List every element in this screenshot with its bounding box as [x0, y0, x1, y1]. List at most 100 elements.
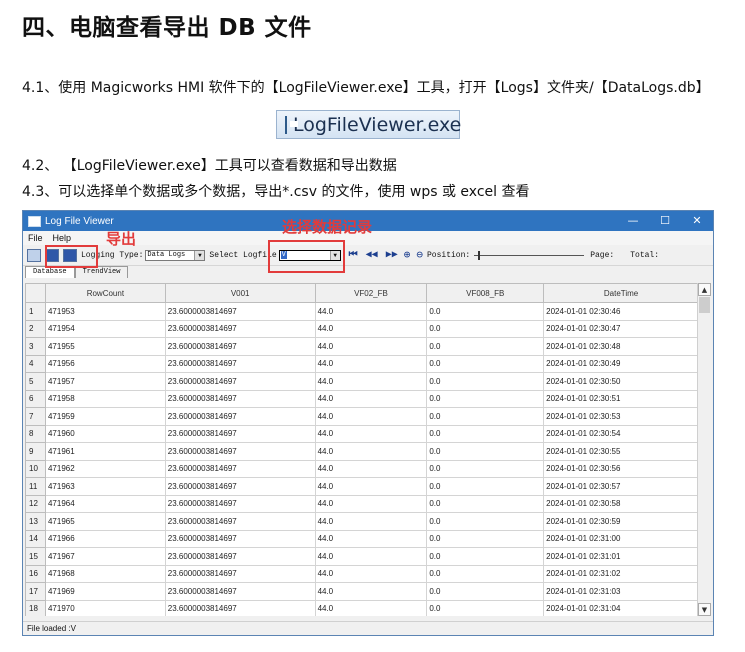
status-bar: File loaded :V [23, 621, 713, 635]
table-row[interactable]: 14 471966 23.6000003814697 44.0 0.0 2024-01-0… [25, 529, 699, 548]
app-icon [28, 215, 41, 227]
logfileviewer-exe-button[interactable]: LogFileViewer.exe [276, 110, 462, 139]
app-window-icon [285, 115, 298, 134]
table-cell: 23.6000003814697 [164, 564, 316, 583]
table-row[interactable]: 12 471964 23.6000003814697 44.0 0.0 2024-01-0… [25, 494, 699, 513]
table-row[interactable]: 5 471957 23.6000003814697 44.0 0.0 2024-01-01… [25, 372, 699, 391]
column-header-rowcount[interactable]: RowCount [44, 283, 166, 303]
exe-button-label: LogFileViewer.exe [293, 113, 462, 136]
paragraph-4-3: 4.3、可以选择单个数据或多个数据，导出*.csv 的文件，使用 wps 或 e… [22, 184, 530, 200]
table-cell: 471961 [44, 442, 166, 461]
column-header-vf02-fb[interactable]: VF02_FB [314, 283, 428, 303]
row-number[interactable]: 18 [25, 599, 46, 616]
table-cell: 23.6000003814697 [164, 512, 316, 531]
table-row[interactable]: 2 471954 23.6000003814697 44.0 0.0 2024-01-01… [25, 319, 699, 338]
row-number[interactable]: 12 [25, 494, 46, 513]
row-number[interactable]: 14 [25, 529, 46, 548]
row-number[interactable]: 6 [25, 389, 46, 408]
table-cell: 2024-01-01 02:30:59 [543, 512, 699, 531]
column-header-datetime[interactable]: DateTime [543, 283, 699, 303]
first-page-icon[interactable]: ⏮ [349, 249, 358, 261]
minimize-button[interactable]: — [617, 211, 649, 231]
column-header-vf008-fb[interactable]: VF008_FB [426, 283, 545, 303]
table-cell: 23.6000003814697 [164, 354, 316, 373]
table-cell: 0.0 [426, 372, 545, 391]
table-cell: 23.6000003814697 [164, 477, 316, 496]
table-row[interactable]: 9 471961 23.6000003814697 44.0 0.0 2024-01-01… [25, 442, 699, 461]
row-number[interactable]: 8 [25, 424, 46, 443]
menu-help[interactable]: Help [48, 233, 77, 243]
column-header-v001[interactable]: V001 [164, 283, 316, 303]
table-cell: 23.6000003814697 [164, 442, 316, 461]
maximize-button[interactable]: ☐ [649, 211, 681, 231]
table-row[interactable]: 1 471953 23.6000003814697 44.0 0.0 2024-01-01… [25, 302, 699, 321]
table-row[interactable]: 15 471967 23.6000003814697 44.0 0.0 2024-01-0… [25, 547, 699, 566]
row-number[interactable]: 2 [25, 319, 46, 338]
total-label: Total: [630, 250, 660, 260]
table-cell: 23.6000003814697 [164, 372, 316, 391]
table-cell: 44.0 [314, 302, 428, 321]
table-cell: 23.6000003814697 [164, 529, 316, 548]
vertical-scrollbar[interactable]: ▲ ▼ [697, 283, 711, 616]
table-cell: 0.0 [426, 494, 545, 513]
row-number[interactable]: 13 [25, 512, 46, 531]
table-cell: 2024-01-01 02:31:01 [543, 547, 699, 566]
open-folder-icon[interactable] [27, 248, 41, 262]
row-number[interactable]: 15 [25, 547, 46, 566]
table-row[interactable]: 4 471956 23.6000003814697 44.0 0.0 2024-01-01… [25, 354, 699, 373]
row-number[interactable]: 10 [25, 459, 46, 478]
select-record-annotation: 选择数据记录 [282, 218, 373, 236]
view-tabs: Database TrendView [23, 266, 713, 278]
close-button[interactable]: ✕ [681, 211, 713, 231]
table-cell: 0.0 [426, 389, 545, 408]
table-cell: 2024-01-01 02:30:46 [543, 302, 699, 321]
table-row[interactable]: 6 471958 23.6000003814697 44.0 0.0 2024-01-01… [25, 389, 699, 408]
table-cell: 44.0 [314, 547, 428, 566]
table-cell: 2024-01-01 02:30:55 [543, 442, 699, 461]
menu-file[interactable]: File [23, 233, 48, 243]
row-number[interactable]: 16 [25, 564, 46, 583]
row-number[interactable]: 11 [25, 477, 46, 496]
table-row[interactable]: 16 471968 23.6000003814697 44.0 0.0 2024-01-0… [25, 564, 699, 583]
row-number[interactable]: 4 [25, 354, 46, 373]
table-row[interactable]: 13 471965 23.6000003814697 44.0 0.0 2024-01-0… [25, 512, 699, 531]
table-cell: 44.0 [314, 337, 428, 356]
table-cell: 471970 [44, 599, 166, 616]
table-row[interactable]: 17 471969 23.6000003814697 44.0 0.0 2024-01-0… [25, 582, 699, 601]
table-cell: 23.6000003814697 [164, 459, 316, 478]
table-cell: 0.0 [426, 407, 545, 426]
scroll-up-icon[interactable]: ▲ [698, 283, 711, 296]
chevron-down-icon: ▼ [194, 250, 205, 260]
next-page-icon[interactable]: ▶▶ [386, 249, 398, 261]
row-number[interactable]: 9 [25, 442, 46, 461]
table-row[interactable]: 8 471960 23.6000003814697 44.0 0.0 2024-01-01… [25, 424, 699, 443]
scroll-down-icon[interactable]: ▼ [698, 603, 711, 616]
table-cell: 44.0 [314, 564, 428, 583]
table-row[interactable]: 3 471955 23.6000003814697 44.0 0.0 2024-01-01… [25, 337, 699, 356]
table-row[interactable]: 18 471970 23.6000003814697 44.0 0.0 2024-01-0… [25, 599, 699, 616]
table-header-row: RowCount V001 VF02_FB VF008_FB DateTime [25, 283, 699, 303]
table-cell: 0.0 [426, 529, 545, 548]
table-row[interactable]: 7 471959 23.6000003814697 44.0 0.0 2024-01-01… [25, 407, 699, 426]
table-row[interactable]: 10 471962 23.6000003814697 44.0 0.0 2024-01-0… [25, 459, 699, 478]
table-cell: 23.6000003814697 [164, 582, 316, 601]
row-number[interactable]: 7 [25, 407, 46, 426]
table-row[interactable]: 11 471963 23.6000003814697 44.0 0.0 2024-01-0… [25, 477, 699, 496]
table-cell: 44.0 [314, 442, 428, 461]
select-record-highlight-box [268, 240, 345, 273]
prev-page-icon[interactable]: ◀◀ [366, 249, 378, 261]
table-cell: 44.0 [314, 512, 428, 531]
logging-type-select[interactable]: Data Logs ▼ [145, 249, 206, 261]
row-number[interactable]: 17 [25, 582, 46, 601]
row-number[interactable]: 1 [25, 302, 46, 321]
table-cell: 2024-01-01 02:31:03 [543, 582, 699, 601]
scroll-thumb[interactable] [699, 297, 710, 313]
row-number[interactable]: 3 [25, 337, 46, 356]
position-slider[interactable] [474, 250, 585, 260]
zoom-out-icon[interactable]: ⊖ [416, 248, 423, 262]
table-cell: 2024-01-01 02:31:04 [543, 599, 699, 616]
position-label: Position: [426, 250, 471, 260]
log-file-viewer-window: Log File Viewer — ☐ ✕ File Help Logging … [22, 210, 714, 636]
row-number[interactable]: 5 [25, 372, 46, 391]
zoom-in-icon[interactable]: ⊕ [404, 248, 411, 262]
